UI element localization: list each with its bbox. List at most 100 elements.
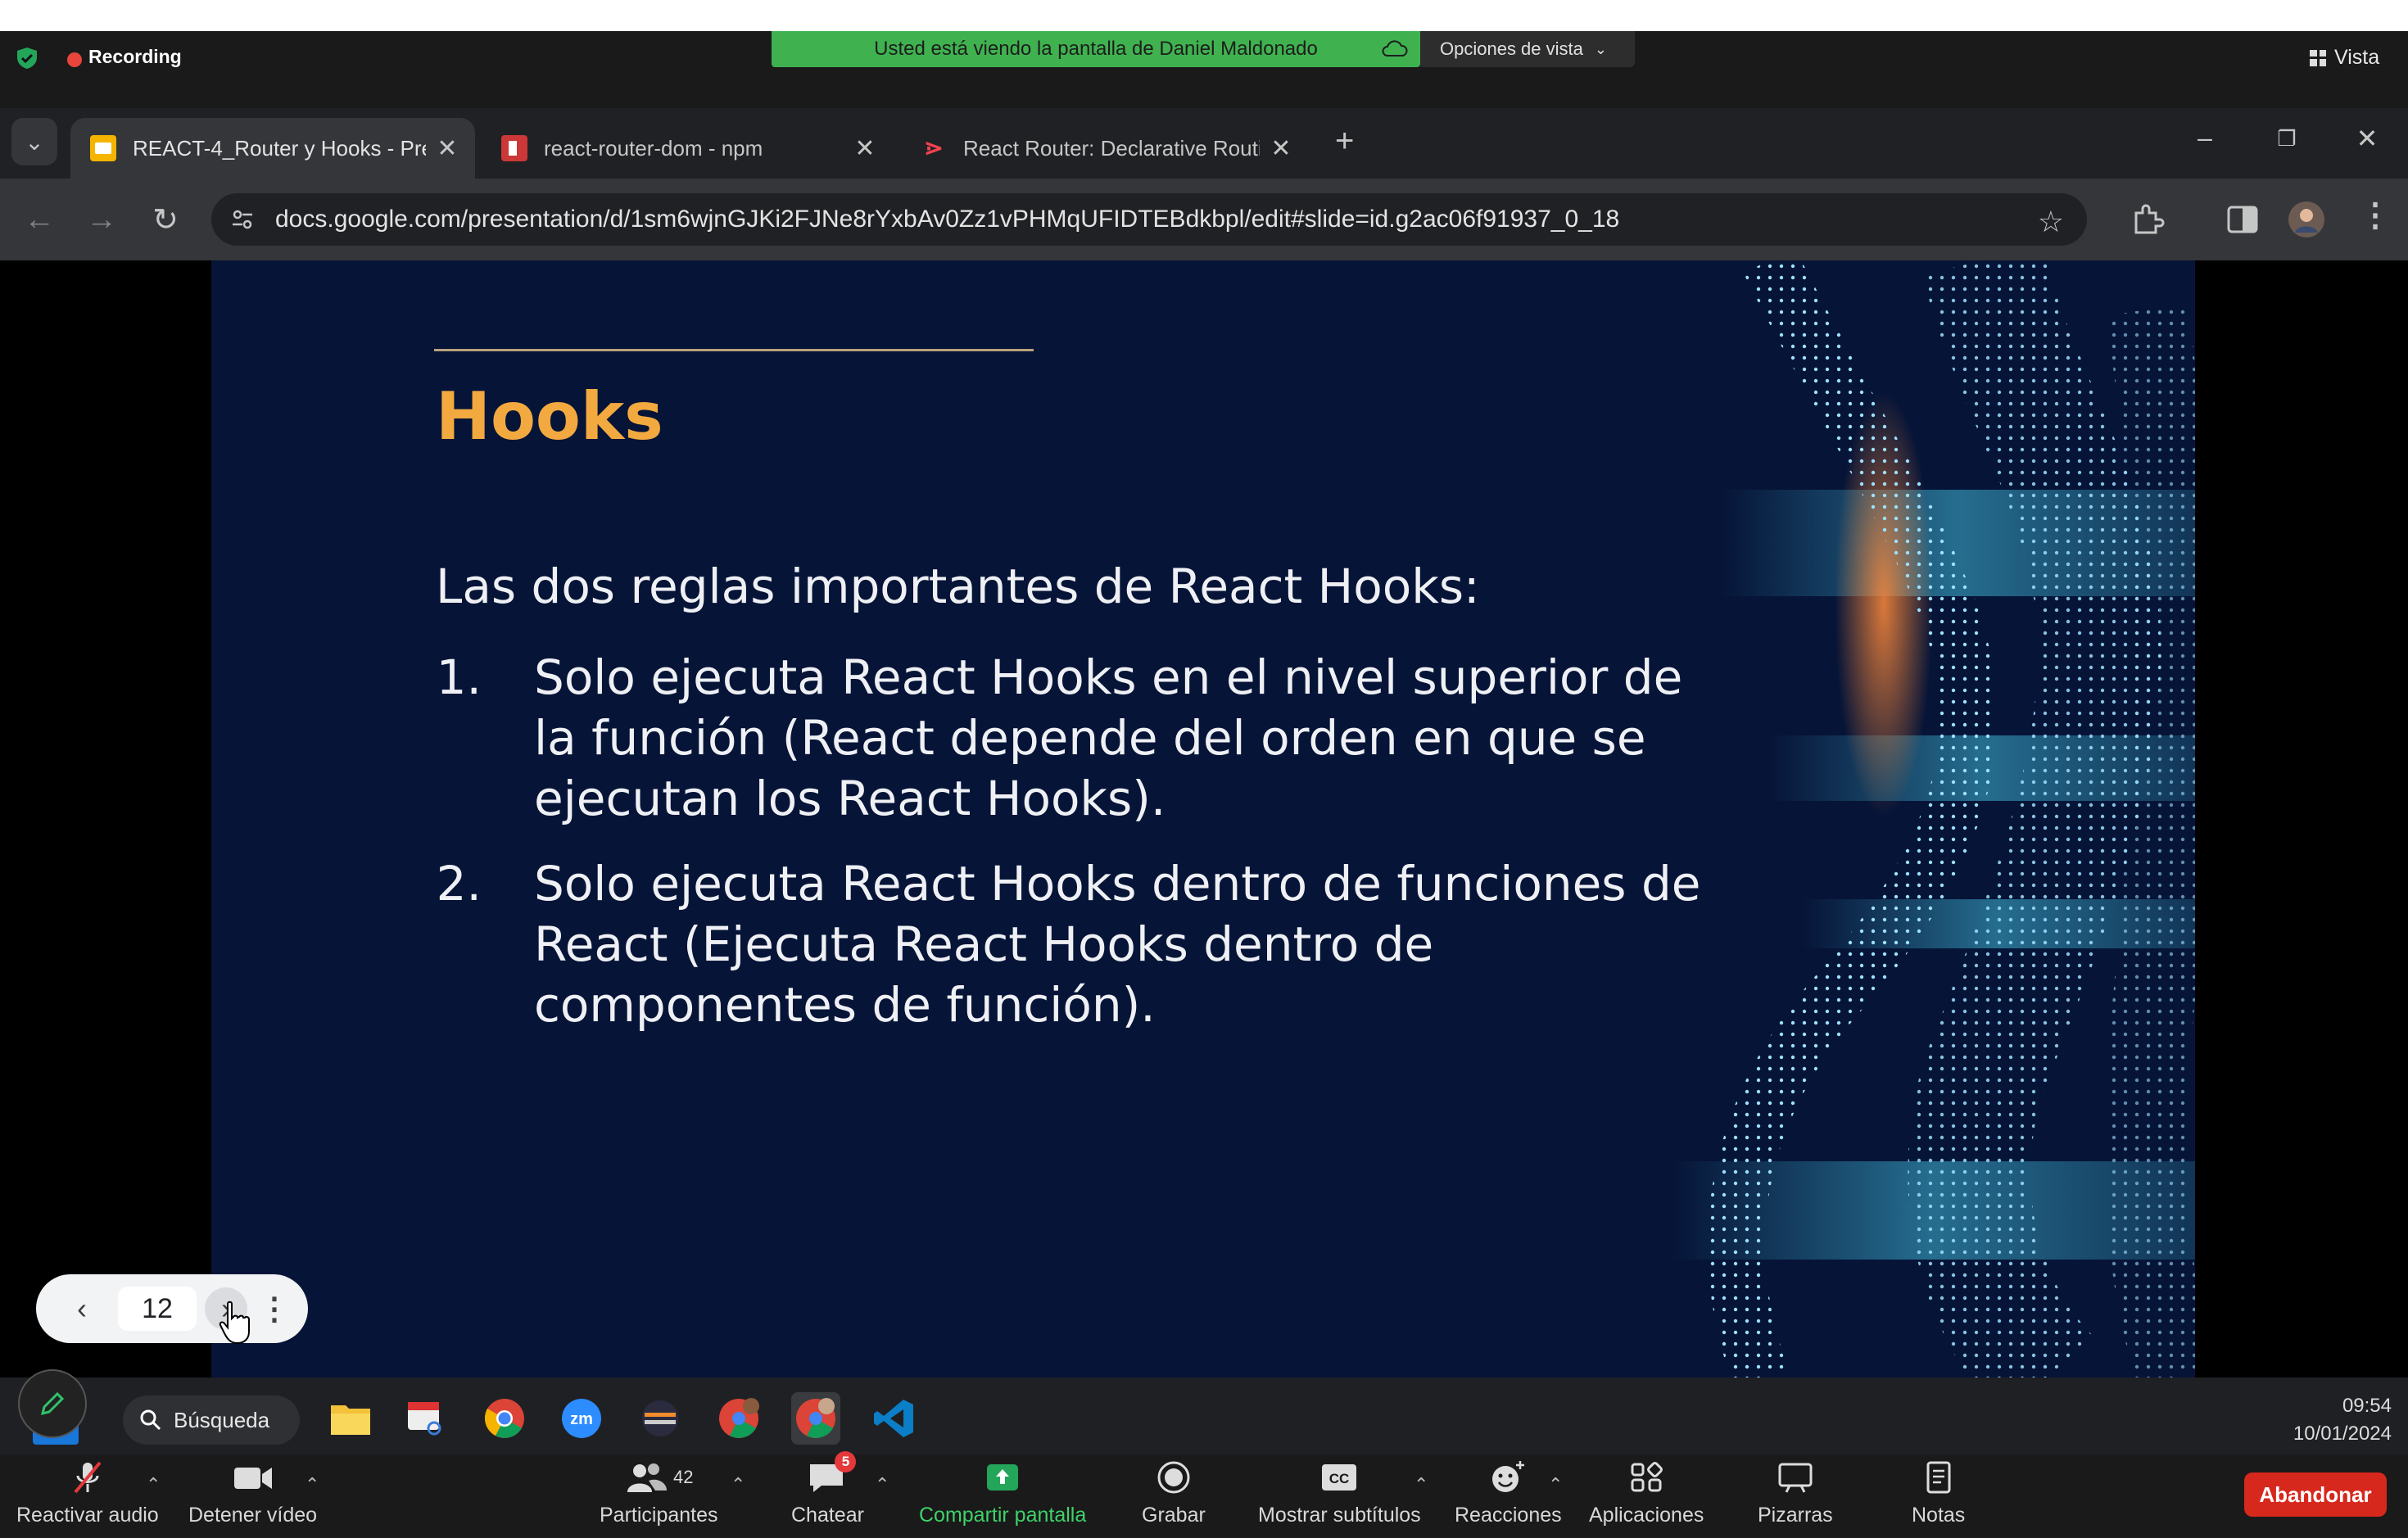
app-stripes-icon[interactable]: [636, 1392, 685, 1445]
slide-number-input[interactable]: 12: [118, 1287, 197, 1331]
rule-text: Solo ejecuta React Hooks dentro de funci…: [534, 856, 1701, 1033]
chat-button[interactable]: 5 Chatear: [791, 1451, 864, 1527]
captions-caret-icon[interactable]: ⌃: [1414, 1474, 1428, 1495]
whiteboards-button[interactable]: Pizarras: [1758, 1459, 1833, 1527]
more-options-icon[interactable]: ⋮: [259, 1287, 290, 1330]
view-options-button[interactable]: Opciones de vista ⌄: [1420, 31, 1635, 67]
tab-title: REACT-4_Router y Hooks - Pres: [133, 135, 426, 161]
previous-slide-chevron-icon[interactable]: ‹: [61, 1287, 103, 1330]
top-strip: [0, 0, 2408, 31]
file-explorer-icon[interactable]: [326, 1392, 375, 1445]
annotate-pen-button[interactable]: [18, 1369, 87, 1438]
slide-navigation-control: ‹ 12 › ⋮: [36, 1274, 308, 1343]
apps-label: Aplicaciones: [1589, 1504, 1704, 1527]
chrome-profile-icon[interactable]: [714, 1392, 763, 1445]
tab-search-button[interactable]: ⌄: [11, 118, 57, 165]
apps-icon: [1631, 1462, 1663, 1492]
google-slides-icon: [90, 135, 116, 161]
new-tab-plus-icon[interactable]: +: [1335, 123, 1354, 160]
forward-arrow-icon[interactable]: →: [80, 197, 123, 242]
cloud-icon: [1382, 40, 1408, 57]
recording-label: Recording: [88, 46, 182, 67]
closed-captions-icon: CC: [1322, 1464, 1357, 1491]
restore-icon[interactable]: ❐: [2270, 126, 2303, 152]
leave-meeting-button[interactable]: Abandonar: [2244, 1472, 2387, 1517]
url-text: docs.google.com/presentation/d/1sm6wjnGJ…: [275, 206, 1620, 233]
chat-label: Chatear: [791, 1504, 864, 1527]
unmute-button[interactable]: Reactivar audio: [16, 1459, 159, 1527]
tab-react-slides[interactable]: REACT-4_Router y Hooks - Pres ✕: [70, 118, 475, 179]
react-router-icon: ⋗: [924, 135, 944, 161]
reactions-caret-icon[interactable]: ⌃: [1548, 1474, 1563, 1495]
svg-text:zm: zm: [570, 1410, 593, 1428]
notes-button[interactable]: Notas: [1912, 1459, 1965, 1527]
smiley-reaction-icon: [1492, 1461, 1525, 1492]
stop-video-button[interactable]: Detener vídeo: [188, 1459, 317, 1527]
back-arrow-icon[interactable]: ←: [18, 197, 61, 242]
participants-label: Participantes: [600, 1504, 718, 1527]
taskbar-search[interactable]: Búsqueda: [123, 1396, 300, 1445]
snipping-tool-icon[interactable]: [401, 1392, 450, 1445]
record-button[interactable]: Grabar: [1142, 1459, 1206, 1527]
rule-text: Solo ejecuta React Hooks en el nivel sup…: [534, 649, 1683, 826]
chrome-icon[interactable]: [480, 1392, 529, 1445]
recording-dot-icon: [67, 52, 82, 67]
site-settings-icon[interactable]: [229, 206, 256, 233]
stop-video-label: Detener vídeo: [188, 1504, 318, 1527]
pencil-icon: [40, 1391, 65, 1416]
muted-microphone-icon: [74, 1461, 102, 1494]
video-options-caret-icon[interactable]: ⌃: [305, 1474, 319, 1495]
bookmark-star-icon[interactable]: ☆: [2038, 205, 2064, 239]
extensions-puzzle-icon[interactable]: [2130, 201, 2166, 237]
unmute-label: Reactivar audio: [16, 1504, 159, 1527]
view-button-label: Vista: [2334, 46, 2380, 69]
close-tab-icon[interactable]: ✕: [436, 134, 459, 163]
profile-avatar[interactable]: [2287, 200, 2326, 239]
chat-caret-icon[interactable]: ⌃: [875, 1474, 889, 1495]
address-bar[interactable]: docs.google.com/presentation/d/1sm6wjnGJ…: [211, 193, 2087, 246]
notes-label: Notas: [1912, 1504, 1966, 1527]
reactions-button[interactable]: Reacciones: [1455, 1459, 1562, 1527]
slide-rule-item: 2. Solo ejecuta React Hooks dentro de fu…: [436, 853, 1722, 1035]
security-shield-icon[interactable]: [15, 46, 39, 70]
chrome-menu-icon[interactable]: ⋮: [2359, 197, 2392, 234]
slide-intro-text: Las dos reglas importantes de React Hook…: [436, 559, 1480, 614]
clock-time: 09:54: [2342, 1395, 2392, 1417]
captions-button[interactable]: CC Mostrar subtítulos: [1258, 1459, 1421, 1527]
zoom-app-icon[interactable]: zm: [557, 1392, 606, 1445]
tab-npm[interactable]: react-router-dom - npm ✕: [482, 118, 893, 179]
record-icon: [1157, 1461, 1190, 1494]
chevron-down-icon: ⌄: [1594, 40, 1607, 57]
search-icon: [140, 1409, 161, 1431]
close-tab-icon[interactable]: ✕: [853, 134, 876, 163]
clock-date: 10/01/2024: [2293, 1423, 2392, 1445]
taskbar-search-label: Búsqueda: [174, 1407, 270, 1432]
video-camera-icon: [233, 1468, 272, 1489]
whiteboards-label: Pizarras: [1758, 1504, 1833, 1527]
rule-number: 2.: [436, 856, 482, 911]
audio-options-caret-icon[interactable]: ⌃: [146, 1474, 161, 1495]
participants-count: 42: [673, 1467, 694, 1487]
slide-title: Hooks: [436, 378, 663, 455]
whiteboard-icon: [1778, 1463, 1813, 1493]
view-button[interactable]: Vista: [2310, 46, 2379, 70]
participants-button[interactable]: 42 Participantes: [600, 1459, 718, 1527]
share-screen-icon: [987, 1464, 1019, 1491]
apps-button[interactable]: Aplicaciones: [1589, 1459, 1704, 1527]
close-tab-icon[interactable]: ✕: [1270, 134, 1292, 163]
close-window-icon[interactable]: ✕: [2351, 123, 2383, 154]
reload-icon[interactable]: ↻: [144, 197, 187, 242]
chrome-active-icon[interactable]: [791, 1392, 840, 1445]
viewing-banner-text: Usted está viendo la pantalla de Daniel …: [874, 38, 1318, 60]
side-panel-icon[interactable]: [2226, 205, 2259, 234]
participants-caret-icon[interactable]: ⌃: [731, 1474, 745, 1495]
tab-react-router[interactable]: ⋗ React Router: Declarative Routir ✕: [901, 118, 1309, 179]
participants-icon: [627, 1463, 668, 1492]
hand-cursor-icon: [219, 1301, 250, 1345]
share-screen-button[interactable]: Compartir pantalla: [919, 1459, 1086, 1527]
viewing-banner: Usted está viendo la pantalla de Daniel …: [772, 31, 1420, 67]
vscode-icon[interactable]: [870, 1392, 919, 1445]
minimize-icon[interactable]: –: [2188, 123, 2221, 153]
svg-text:CC: CC: [1329, 1471, 1350, 1486]
taskbar-clock[interactable]: 09:54 10/01/2024: [2261, 1392, 2392, 1448]
